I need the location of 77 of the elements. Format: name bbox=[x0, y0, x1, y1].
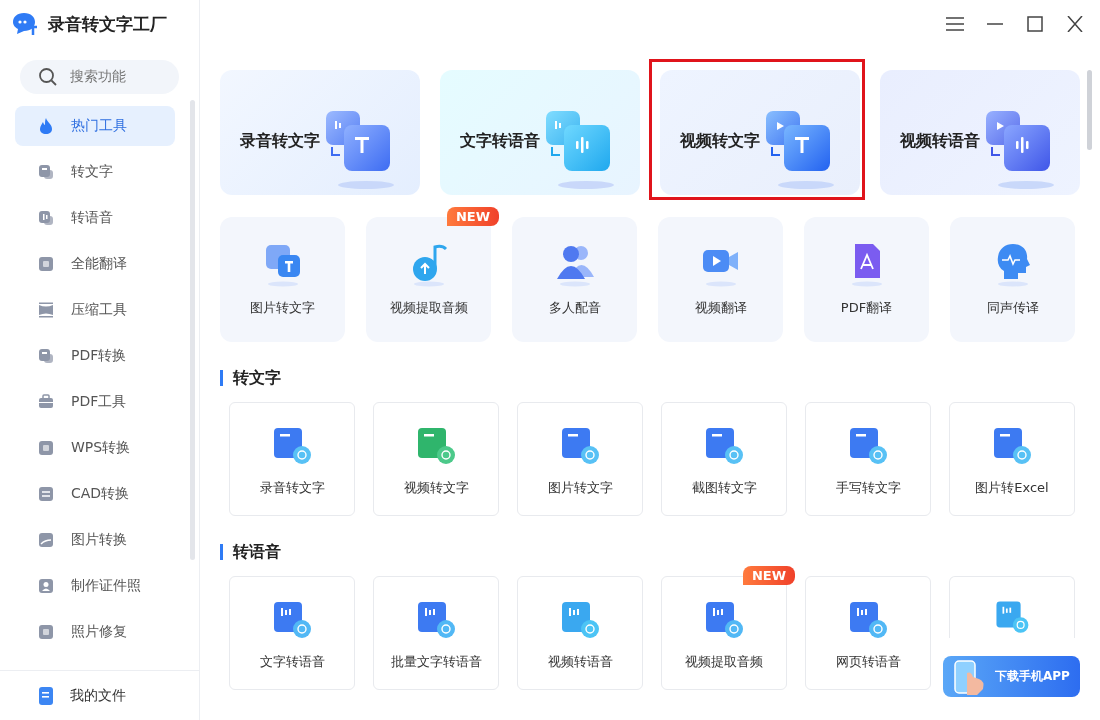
category-icon bbox=[37, 439, 55, 457]
document-icon bbox=[38, 685, 54, 706]
tool-label: 截图转文字 bbox=[691, 479, 757, 497]
tool-label: 多人配音 bbox=[548, 299, 601, 317]
new-badge: NEW bbox=[446, 207, 499, 226]
tool-label: 图片转Excel bbox=[975, 479, 1049, 497]
tool-card[interactable]: 文字转语音 bbox=[229, 576, 355, 690]
feature-card[interactable]: 视频转文字 bbox=[660, 70, 860, 195]
tool-card[interactable]: 批量文字转语音 bbox=[373, 576, 499, 690]
scrollbar[interactable] bbox=[190, 100, 195, 560]
scrollbar[interactable] bbox=[1087, 70, 1092, 150]
tool-label: 批量文字转语音 bbox=[390, 653, 482, 671]
category-icon bbox=[37, 623, 55, 641]
category-icon bbox=[37, 347, 55, 365]
tool-label: 图片转文字 bbox=[250, 299, 315, 317]
feature-card[interactable]: 视频转语音 bbox=[880, 70, 1080, 195]
tool-card[interactable]: 网页转语音 bbox=[805, 576, 931, 690]
tool-label: 网页转语音 bbox=[835, 653, 901, 671]
tool-label: 视频提取音频 bbox=[389, 299, 468, 317]
sidebar-item[interactable]: 转文字 bbox=[15, 152, 175, 192]
section-title: 转语音 bbox=[220, 544, 281, 560]
my-files-item[interactable]: 我的文件 bbox=[0, 670, 199, 720]
tool-label: 视频翻译 bbox=[694, 299, 747, 317]
tool-card[interactable] bbox=[949, 576, 1075, 638]
search-field[interactable]: 搜索功能 bbox=[20, 60, 179, 94]
new-badge: NEW bbox=[742, 566, 795, 585]
tool-label: 视频转文字 bbox=[403, 479, 469, 497]
category-icon bbox=[37, 163, 55, 181]
feature-card[interactable]: 文字转语音 bbox=[440, 70, 640, 195]
category-icon bbox=[37, 577, 55, 595]
sidebar-item[interactable]: 全能翻译 bbox=[15, 244, 175, 284]
tool-label: 文字转语音 bbox=[259, 653, 325, 671]
category-icon bbox=[37, 531, 55, 549]
tool-label: PDF翻译 bbox=[840, 299, 893, 317]
tool-card[interactable]: 视频翻译 bbox=[658, 217, 783, 342]
category-icon bbox=[37, 301, 55, 319]
section-title: 转文字 bbox=[220, 370, 281, 386]
tool-card[interactable]: 手写转文字 bbox=[805, 402, 931, 516]
sidebar-item[interactable]: PDF工具 bbox=[15, 382, 175, 422]
sidebar-item[interactable]: CAD转换 bbox=[15, 474, 175, 514]
menu-icon[interactable] bbox=[946, 16, 964, 32]
logo-icon bbox=[12, 12, 38, 36]
tool-label: 图片转文字 bbox=[547, 479, 613, 497]
category-icon bbox=[37, 209, 55, 227]
tool-card[interactable]: 同声传译 bbox=[950, 217, 1075, 342]
category-icon bbox=[37, 393, 55, 411]
maximize-icon[interactable] bbox=[1026, 16, 1044, 32]
tool-card[interactable]: PDF翻译 bbox=[804, 217, 929, 342]
tool-label: 同声传译 bbox=[986, 299, 1039, 317]
sidebar-item[interactable]: 压缩工具 bbox=[15, 290, 175, 330]
sidebar-item[interactable]: 图片转换 bbox=[15, 520, 175, 560]
tool-card[interactable]: 视频转文字 bbox=[373, 402, 499, 516]
tool-card[interactable]: 录音转文字 bbox=[229, 402, 355, 516]
tool-card[interactable]: 多人配音 bbox=[512, 217, 637, 342]
download-app-button[interactable]: 下载手机APP bbox=[943, 656, 1080, 697]
sidebar-item[interactable]: 制作证件照 bbox=[15, 566, 175, 606]
tool-label: 录音转文字 bbox=[259, 479, 325, 497]
category-icon bbox=[37, 255, 55, 273]
tool-card[interactable]: 视频转语音 bbox=[517, 576, 643, 690]
tool-label: 视频提取音频 bbox=[685, 653, 763, 671]
flame-icon bbox=[37, 117, 55, 135]
sidebar-item[interactable]: PDF转换 bbox=[15, 336, 175, 376]
tool-card[interactable]: 截图转文字 bbox=[661, 402, 787, 516]
feature-card[interactable]: 录音转文字 bbox=[220, 70, 420, 195]
tool-card[interactable]: 图片转Excel bbox=[949, 402, 1075, 516]
search-icon bbox=[38, 67, 58, 87]
category-icon bbox=[37, 485, 55, 503]
tool-card[interactable]: 图片转文字 bbox=[220, 217, 345, 342]
sidebar-item[interactable]: 照片修复 bbox=[15, 612, 175, 652]
app-title: 录音转文字工厂 bbox=[48, 12, 167, 36]
tool-label: 手写转文字 bbox=[835, 479, 901, 497]
sidebar-item[interactable]: 转语音 bbox=[15, 198, 175, 238]
tool-label: 视频转语音 bbox=[547, 653, 613, 671]
sidebar-item[interactable]: WPS转换 bbox=[15, 428, 175, 468]
close-icon[interactable] bbox=[1066, 16, 1084, 32]
sidebar-item[interactable]: 热门工具 bbox=[15, 106, 175, 146]
tool-card[interactable]: 图片转文字 bbox=[517, 402, 643, 516]
